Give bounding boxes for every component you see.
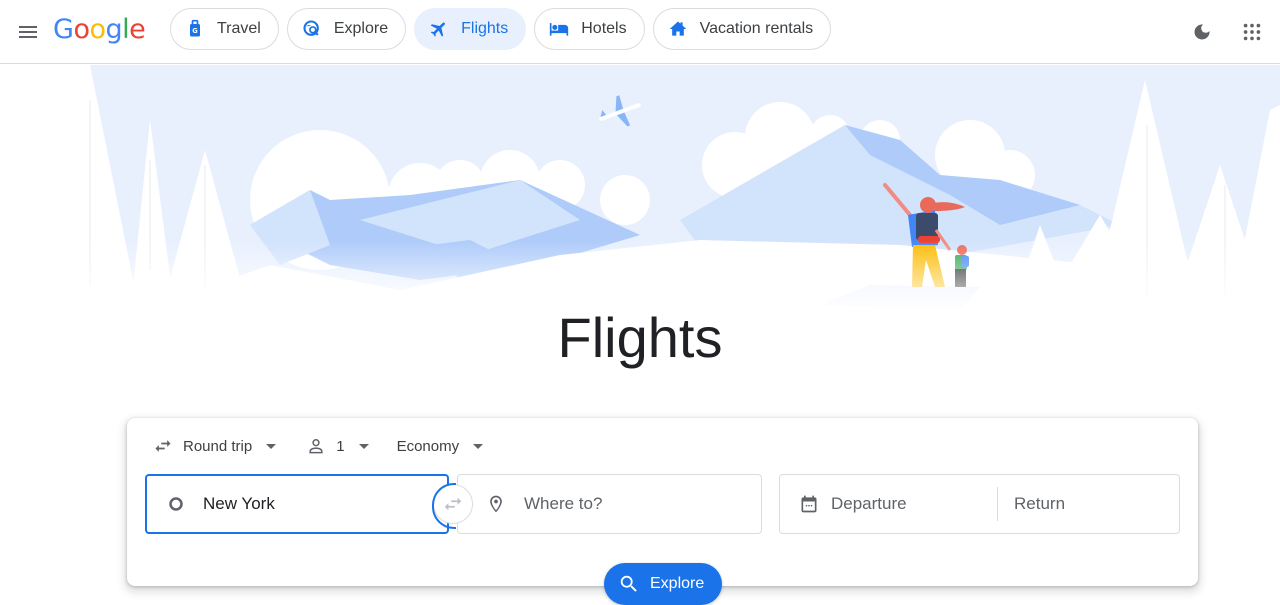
passengers-value: 1: [336, 437, 345, 455]
airplane-icon: [429, 19, 449, 39]
chevron-down-icon: [266, 443, 277, 449]
svg-text:G: G: [192, 27, 197, 35]
tab-label: Vacation rentals: [699, 20, 814, 37]
destination-input-placeholder[interactable]: Where to?: [524, 494, 602, 514]
hamburger-menu-icon: [19, 26, 37, 38]
logo-letter: g: [105, 14, 123, 45]
bed-icon: [549, 19, 569, 39]
return-date-input[interactable]: Return: [1014, 494, 1065, 514]
trip-type-select[interactable]: Round trip: [145, 432, 284, 460]
origin-circle-icon: [166, 492, 186, 516]
tab-vacation-rentals[interactable]: Vacation rentals: [652, 8, 832, 50]
departure-date-input[interactable]: Departure: [831, 494, 907, 514]
explore-icon: [302, 19, 322, 39]
swap-locations-button[interactable]: [432, 483, 473, 529]
google-logo[interactable]: Google: [53, 14, 146, 45]
google-apps-button[interactable]: [1232, 12, 1272, 52]
search-icon: [618, 573, 640, 595]
chevron-down-icon: [358, 443, 369, 449]
top-navigation-bar: Google G Travel Explore Flights Hotels V…: [0, 0, 1280, 64]
tab-label: Flights: [461, 20, 509, 37]
cabin-class-select[interactable]: Economy: [389, 432, 492, 460]
theme-toggle-button[interactable]: [1182, 12, 1222, 52]
tab-travel[interactable]: G Travel: [170, 8, 279, 50]
origin-field[interactable]: New York: [145, 474, 449, 534]
person-icon: [309, 439, 323, 454]
header-actions: [1182, 12, 1280, 52]
mountains-travelers-illustration: [0, 65, 1280, 315]
logo-letter: o: [73, 14, 90, 45]
logo-letter: e: [129, 14, 146, 45]
search-options: Round trip 1 Economy: [145, 432, 491, 460]
tab-hotels[interactable]: Hotels: [534, 8, 645, 50]
main-menu-button[interactable]: [8, 12, 48, 52]
tab-flights[interactable]: Flights: [414, 8, 527, 50]
passengers-select[interactable]: 1: [298, 432, 376, 460]
location-pin-icon: [486, 492, 506, 516]
explore-search-button[interactable]: Explore: [604, 563, 723, 605]
logo-letter: G: [53, 14, 74, 45]
dates-field[interactable]: Departure Return: [779, 474, 1180, 534]
date-divider: [997, 487, 998, 521]
chevron-down-icon: [473, 443, 484, 449]
round-trip-arrows-icon: [155, 440, 171, 452]
cabin-class-value: Economy: [396, 437, 460, 455]
house-icon: [668, 19, 688, 39]
logo-letter: l: [122, 14, 130, 45]
destination-field[interactable]: Where to?: [457, 474, 762, 534]
google-apps-grid-icon: [1243, 23, 1261, 41]
flight-search-form: Round trip 1 Economy New York Where to?: [127, 418, 1198, 605]
dark-mode-moon-icon: [1194, 24, 1210, 40]
logo-letter: o: [89, 14, 106, 45]
calendar-icon: [799, 492, 819, 516]
luggage-icon: G: [185, 19, 205, 39]
tab-label: Explore: [333, 20, 389, 37]
origin-input-value[interactable]: New York: [203, 494, 275, 514]
travel-tabs: G Travel Explore Flights Hotels Vacation…: [170, 8, 832, 50]
page-title: Flights: [557, 306, 723, 369]
explore-button-label: Explore: [650, 575, 705, 592]
tab-label: Hotels: [581, 20, 627, 37]
tab-explore[interactable]: Explore: [286, 8, 407, 50]
tab-label: Travel: [217, 20, 261, 37]
swap-arrows-icon: [444, 497, 462, 511]
trip-type-value: Round trip: [183, 437, 253, 455]
hero-illustration: [0, 65, 1280, 315]
